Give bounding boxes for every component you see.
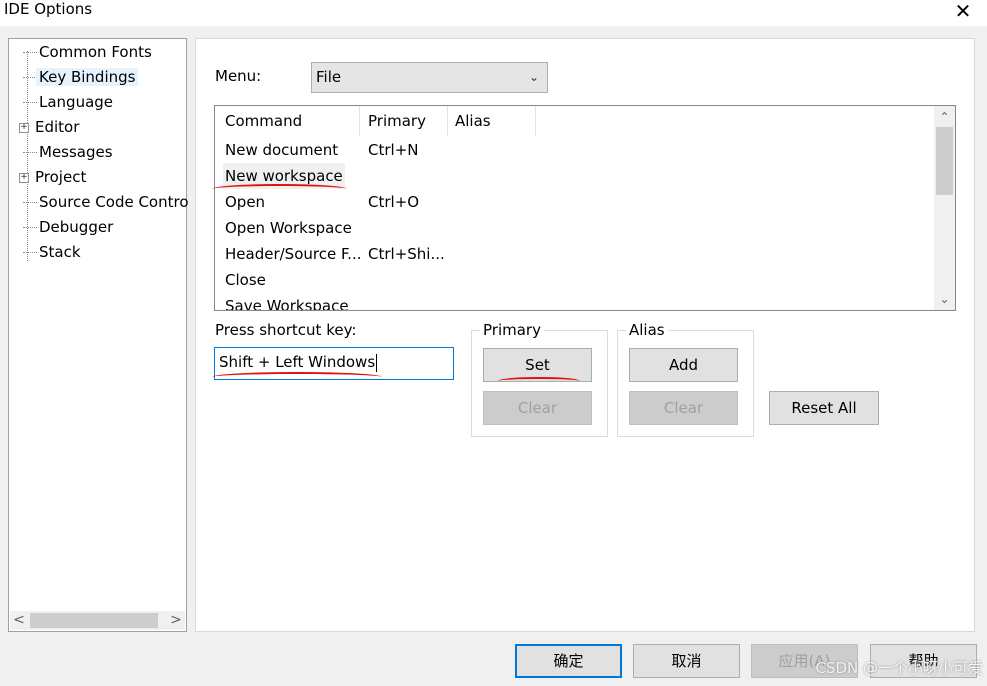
tree-item-label: Key Bindings <box>36 68 139 86</box>
close-icon[interactable]: ✕ <box>953 0 973 23</box>
tree-item-label: Editor <box>35 118 80 136</box>
scroll-down-icon[interactable]: ⌄ <box>934 290 955 308</box>
tree-item[interactable]: Source Code Contro <box>23 191 189 213</box>
key-bindings-panel: Menu: File ⌄ Command Primary Alias New d… <box>195 38 975 632</box>
list-item[interactable]: Header/Source F... Ctrl+Shi... <box>215 241 935 267</box>
shortcut-input-value: Shift + Left Windows <box>219 353 376 371</box>
tree-item[interactable]: Messages <box>23 141 113 163</box>
cancel-button[interactable]: 取消 <box>633 644 740 678</box>
command-list[interactable]: Command Primary Alias New document Ctrl+N… <box>214 105 956 311</box>
window-title: IDE Options <box>4 0 93 18</box>
text-caret <box>376 353 378 372</box>
menu-label: Menu: <box>215 67 262 85</box>
command-cell: Header/Source F... <box>225 245 362 263</box>
reset-all-button[interactable]: Reset All <box>769 391 879 425</box>
tree-item[interactable]: + Project <box>19 166 87 188</box>
command-cell: Open Workspace <box>225 219 352 237</box>
annotation-underline <box>212 184 347 194</box>
command-cell: Close <box>225 271 266 289</box>
tree-item[interactable]: Common Fonts <box>23 41 152 63</box>
tree-item-label: Stack <box>39 243 81 261</box>
tree-connector <box>23 252 37 253</box>
tree-connector <box>23 77 37 78</box>
primary-cell: Ctrl+O <box>368 193 420 211</box>
tree-item-label: Debugger <box>39 218 114 236</box>
tree-item-label: Messages <box>39 143 113 161</box>
annotation-underline <box>498 377 580 385</box>
command-list-scrollbar[interactable]: ⌃ ⌄ <box>934 106 955 310</box>
tree-connector <box>23 102 37 103</box>
column-header-primary[interactable]: Primary <box>360 106 448 136</box>
tree-horizontal-scrollbar[interactable]: < > <box>10 611 185 630</box>
tree-connector <box>23 52 37 53</box>
options-tree[interactable]: Common Fonts Key Bindings Language + Editor M… <box>8 38 189 632</box>
tree-item-label: Source Code Contro <box>39 193 189 211</box>
shortcut-label: Press shortcut key: <box>215 321 357 339</box>
tree-item[interactable]: Key Bindings <box>23 66 139 88</box>
chevron-down-icon: ⌄ <box>528 70 539 84</box>
tree-item-label: Common Fonts <box>39 43 152 61</box>
tree-item-label: Language <box>39 93 114 111</box>
primary-cell: Ctrl+Shi... <box>368 245 445 263</box>
tree-item[interactable]: Debugger <box>23 216 113 238</box>
scroll-left-icon[interactable]: < <box>10 611 28 630</box>
command-cell: New document <box>225 141 339 159</box>
primary-cell: Ctrl+N <box>368 141 419 159</box>
ok-button[interactable]: 确定 <box>515 644 622 678</box>
annotation-underline <box>212 372 382 382</box>
alias-clear-button[interactable]: Clear <box>629 391 738 425</box>
list-item[interactable]: Close <box>215 267 935 293</box>
primary-group-title: Primary <box>480 321 544 339</box>
tree-item-label: Project <box>35 168 87 186</box>
watermark: CSDN @一个小呀小可爱 <box>815 659 983 677</box>
menu-dropdown[interactable]: File ⌄ <box>311 62 548 93</box>
alias-group-title: Alias <box>626 321 668 339</box>
scroll-thumb[interactable] <box>30 613 158 628</box>
scroll-thumb[interactable] <box>936 127 953 195</box>
add-button[interactable]: Add <box>629 348 738 382</box>
title-bar: IDE Options ✕ <box>0 0 987 26</box>
list-item[interactable]: Save Workspace <box>215 293 935 311</box>
tree-item[interactable]: Language <box>23 91 113 113</box>
expand-icon[interactable]: + <box>19 172 29 183</box>
tree-connector <box>23 152 37 153</box>
command-cell: Save Workspace <box>225 297 349 311</box>
column-header-alias[interactable]: Alias <box>448 106 536 136</box>
primary-clear-button[interactable]: Clear <box>483 391 592 425</box>
scroll-up-icon[interactable]: ⌃ <box>934 108 955 126</box>
list-item[interactable]: New document Ctrl+N <box>215 137 935 163</box>
menu-dropdown-value: File <box>316 68 342 86</box>
column-header-command[interactable]: Command <box>215 106 360 136</box>
tree-item[interactable]: + Editor <box>19 116 80 138</box>
list-item[interactable]: Open Workspace <box>215 215 935 241</box>
tree-connector <box>23 227 37 228</box>
tree-connector <box>23 202 37 203</box>
expand-icon[interactable]: + <box>19 122 29 133</box>
tree-item[interactable]: Stack <box>23 241 81 263</box>
list-item[interactable]: Open Ctrl+O <box>215 189 935 215</box>
scroll-right-icon[interactable]: > <box>167 611 185 630</box>
